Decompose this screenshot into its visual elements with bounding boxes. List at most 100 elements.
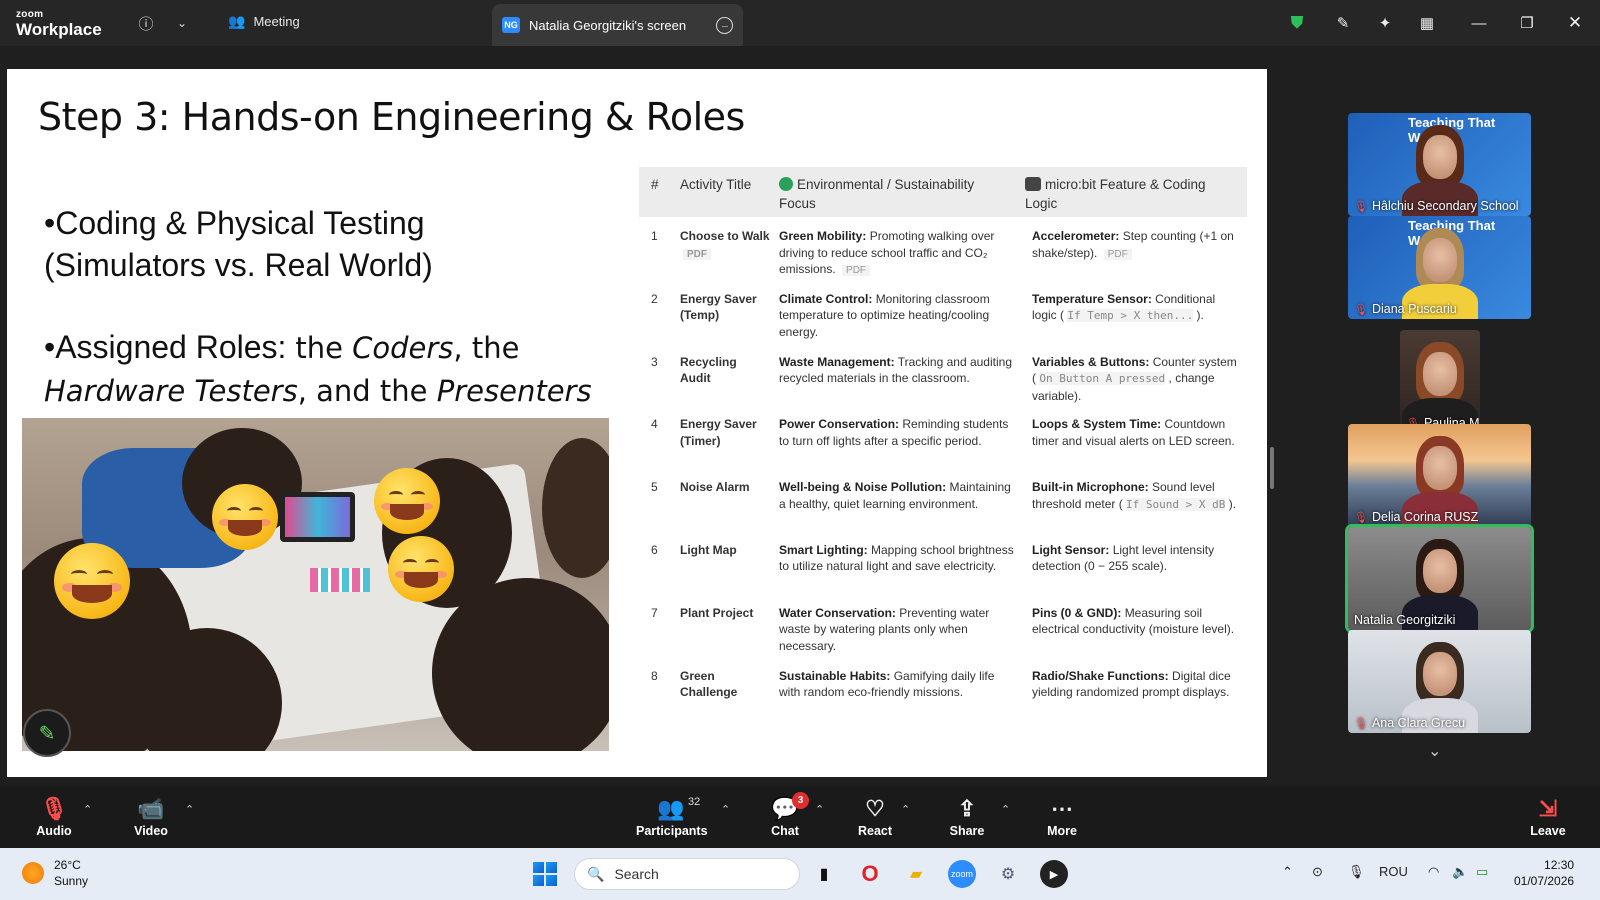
heart-icon: ♡ [865, 796, 885, 821]
table-row: 4 Energy Saver (Timer) Power Conservation:… [639, 405, 1247, 468]
activity-title-text: Noise Alarm [680, 480, 750, 495]
smiley-emoji-icon [212, 484, 278, 550]
restore-icon[interactable]: ❐ [1516, 12, 1538, 34]
participant-video-tile[interactable]: Teaching That Works🎙Diana Puscariu [1348, 216, 1531, 319]
audio-options-caret[interactable]: ⌃ [83, 803, 92, 816]
slide-title: Step 3: Hands-on Engineering & Roles [38, 95, 745, 139]
participant-video-tile[interactable]: 🎙 Delia Corina RUSZ [1348, 424, 1531, 527]
participant-face [1422, 238, 1457, 282]
zoom-app-icon[interactable]: zoom [948, 860, 976, 888]
participant-video-tile[interactable]: 🎙Paulina Majdzińska KPCE... [1400, 330, 1480, 433]
participant-face [1422, 652, 1457, 696]
activity-title-text: Green Challenge [680, 668, 738, 700]
table-row: 7 Plant Project Water Conservation: Preven… [639, 594, 1247, 657]
minimize-icon[interactable]: — [1468, 12, 1490, 34]
volume-icon[interactable]: 🔈 [1452, 864, 1468, 880]
annotate-icon[interactable]: ✎ [1332, 12, 1354, 34]
participant-name-text: Ana Clara Grecu [1371, 716, 1466, 730]
header-activity-title: Activity Title [680, 177, 752, 192]
more-options-icon[interactable]: ··· [716, 17, 733, 34]
file-explorer-icon[interactable]: ▰ [902, 860, 930, 888]
shield-icon[interactable]: ⛊ [1286, 12, 1308, 34]
taskbar-clock[interactable]: 12:30 01/07/2026 [1514, 857, 1574, 889]
leave-label: Leave [1530, 824, 1566, 838]
feature-label: Loops & System Time: [1032, 417, 1162, 432]
react-label: React [857, 824, 893, 838]
language-indicator[interactable]: ROU [1379, 864, 1408, 879]
media-player-icon[interactable]: ▶ [1040, 860, 1068, 888]
participants-icon: 👥 32 [657, 796, 701, 821]
globe-icon [779, 177, 793, 191]
windows-start-icon[interactable] [533, 862, 557, 886]
row-number: 3 [651, 354, 658, 369]
react-button[interactable]: ♡ React [840, 794, 910, 838]
leave-button[interactable]: ⇲ Leave [1513, 794, 1583, 838]
taskbar-search[interactable]: 🔍 Search [574, 858, 800, 890]
participant-name: 🎙 Delia Corina RUSZ [1354, 510, 1478, 524]
share-options-caret[interactable]: ⌃ [1001, 803, 1010, 816]
video-options-caret[interactable]: ⌃ [185, 803, 194, 816]
participant-video-tile[interactable]: Teaching That Works🎙Hâlchiu Secondary Sc… [1348, 113, 1531, 216]
participants-count: 32 [688, 796, 701, 808]
task-view-icon[interactable]: ▮ [810, 860, 838, 888]
row-number: 2 [651, 291, 658, 306]
header-env-label: Environmental / Sustainability Focus [779, 177, 975, 211]
tray-overflow-icon[interactable]: ⌃ [1282, 864, 1293, 880]
feature-code: On Button A pressed [1039, 372, 1166, 386]
row-env-focus: Water Conservation: Preventing water was… [779, 605, 1014, 655]
feature-tail: ). [1196, 308, 1204, 323]
meeting-label: Meeting [253, 14, 300, 29]
table-row: 2 Energy Saver (Temp) Climate Control: Mon… [639, 280, 1247, 343]
row-microbit-feature: Variables & Buttons: Counter system ( On… [1032, 354, 1242, 405]
splitter-handle[interactable] [1270, 447, 1274, 489]
settings-icon[interactable]: ⚙ [994, 860, 1022, 888]
focus-label: Well-being & Noise Pollution: [779, 480, 947, 495]
participants-button[interactable]: 👥 32 Participants [636, 794, 708, 838]
zoom-window: zoom Workplace ⓘ ⌄ 👥 Meeting NG Natalia … [0, 0, 1600, 900]
row-activity-title: Noise Alarm [680, 479, 770, 496]
info-icon[interactable]: ⓘ [134, 11, 158, 35]
participant-video-tile[interactable]: Natalia Georgitziki [1345, 524, 1534, 633]
opera-icon[interactable]: O [856, 860, 884, 888]
chevron-down-icon[interactable]: ⌄ [172, 11, 192, 35]
screen-share-tab[interactable]: NG Natalia Georgitziki's screen ··· [492, 4, 743, 46]
participants-label: Participants [636, 824, 708, 838]
shared-screen-area: Step 3: Hands-on Engineering & Roles •Co… [0, 46, 1290, 786]
focus-label: Waste Management: [779, 354, 895, 369]
close-icon[interactable]: ✕ [1564, 12, 1586, 34]
weather-widget[interactable]: 26°C Sunny [22, 857, 88, 889]
layout-icon[interactable]: ▦ [1416, 12, 1438, 34]
annotation-pen-button[interactable]: ✎ [23, 709, 71, 757]
chat-options-caret[interactable]: ⌃ [815, 803, 824, 816]
photo-tablet [280, 492, 355, 542]
share-label: Share [949, 824, 985, 838]
ai-companion-icon[interactable]: ✦ [1374, 12, 1396, 34]
battery-icon[interactable]: ▭ [1476, 864, 1488, 880]
table-body: 1 Choose to Walk PDF Green Mobility: Promot… [639, 217, 1247, 719]
row-number: 6 [651, 542, 658, 557]
wifi-icon[interactable]: ◠ [1428, 864, 1439, 880]
smiley-emoji-icon [54, 543, 130, 619]
feature-label: Light Sensor: [1032, 542, 1110, 557]
gallery-scroll-down-icon[interactable]: ⌄ [1428, 741, 1441, 761]
meeting-controls: 🎙 Audio ⌃ 📹 Video ⌃ 👥 32 Participants ⌃ 💬… [0, 786, 1600, 848]
share-button[interactable]: ⇪ Share [932, 794, 1002, 838]
react-options-caret[interactable]: ⌃ [901, 803, 910, 816]
meeting-menu[interactable]: 👥 Meeting [228, 13, 300, 30]
audio-button[interactable]: 🎙 Audio [19, 794, 89, 838]
feature-code: If Sound > X dB [1126, 497, 1226, 511]
video-label: Video [134, 824, 168, 838]
row-microbit-feature: Built-in Microphone: Sound level thresho… [1032, 479, 1242, 513]
participants-options-caret[interactable]: ⌃ [721, 803, 730, 816]
presentation-slide: Step 3: Hands-on Engineering & Roles •Co… [7, 69, 1267, 777]
share-screen-icon: ⇪ [957, 796, 977, 821]
video-button[interactable]: 📹 Video [116, 794, 186, 838]
chat-button[interactable]: 💬 3 Chat [750, 792, 820, 838]
participant-video-tile[interactable]: 🎙 Ana Clara Grecu [1348, 630, 1531, 733]
bullet2-b: , the [453, 331, 520, 365]
zoom-workplace-logo: zoom Workplace [16, 10, 102, 39]
more-button[interactable]: ⋯ More [1027, 794, 1097, 838]
tray-app-icon[interactable]: ⊙ [1312, 864, 1323, 880]
microphone-icon[interactable]: 🎙 [1348, 864, 1365, 880]
search-placeholder: Search [614, 866, 659, 882]
